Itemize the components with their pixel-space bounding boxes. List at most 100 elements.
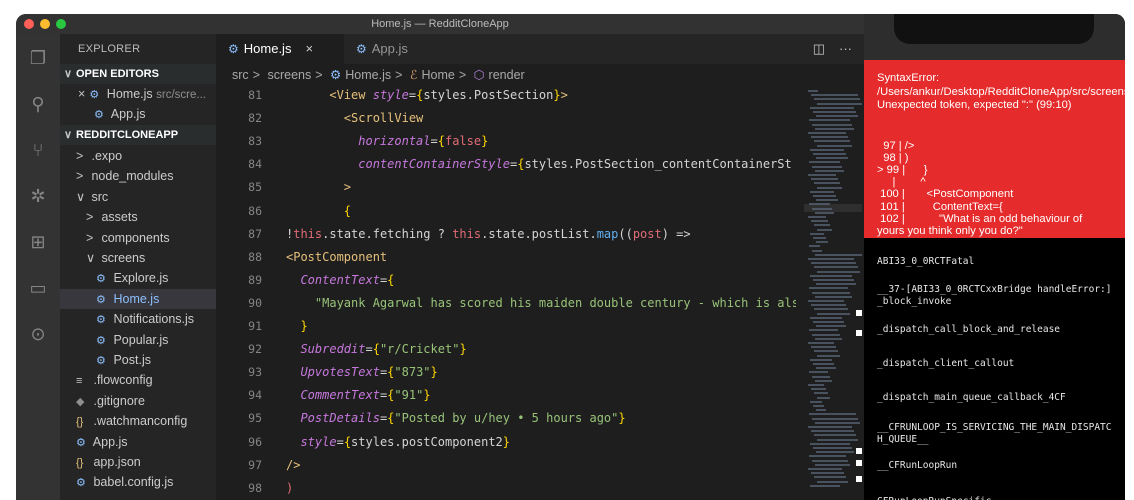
simulator-screen: SyntaxError: /Users/ankur/Desktop/Reddit… — [864, 14, 1125, 500]
explorer-header: EXPLORER — [78, 43, 141, 55]
minimap-line — [814, 434, 856, 437]
tree-item[interactable]: > assets — [60, 207, 242, 227]
tree-item[interactable]: ⚙ babel.config.js — [60, 472, 232, 492]
minimap-line — [815, 463, 850, 466]
minimap-line — [809, 287, 848, 290]
minimap-line — [817, 102, 862, 105]
tree-item[interactable]: > node_modules — [60, 166, 232, 186]
tree-item-label: app.json — [90, 455, 141, 469]
line-number: 90 — [248, 295, 262, 310]
split-editor-icon[interactable]: ◫ — [813, 41, 825, 56]
more-actions-icon[interactable]: ··· — [839, 41, 852, 56]
tree-item-label: Home.js — [110, 291, 160, 306]
minimap-line — [812, 249, 822, 252]
tree-item[interactable]: {} .watchmanconfig — [60, 411, 232, 431]
activity-bar: ❐ ⚲ ⑂ ✲ ⊞ ▭ ⊙ — [16, 34, 60, 500]
stack-frame: _dispatch_client_callout — [877, 358, 1015, 369]
line-number: 88 — [248, 249, 262, 264]
tree-item-label: src — [88, 189, 109, 204]
minimap-line — [814, 182, 840, 185]
minimap-line — [814, 392, 828, 395]
code-line: style={styles.postComponent2} — [300, 434, 510, 449]
close-window-button[interactable] — [24, 19, 34, 29]
breadcrumb-class[interactable]: Home — [421, 68, 454, 82]
minimap[interactable] — [804, 84, 862, 500]
code-line: ) — [286, 480, 294, 495]
line-number: 95 — [248, 411, 262, 426]
maximize-window-button[interactable] — [56, 19, 66, 29]
tree-item[interactable]: ∨ src — [60, 187, 232, 207]
tab-home-js[interactable]: ⚙ Home.js × — [216, 34, 344, 64]
code-line: UpvotesText={"873"} — [300, 365, 438, 380]
line-number: 91 — [248, 319, 262, 333]
code-line: /> — [286, 457, 301, 472]
tab-app-js[interactable]: ⚙ App.js — [344, 34, 446, 64]
tree-item[interactable]: {} app.json — [60, 452, 232, 472]
debug-icon[interactable]: ✲ — [28, 186, 48, 206]
code-line: contentContainerStyle={styles.PostSectio… — [358, 157, 792, 172]
open-editors-section[interactable]: ∨ OPEN EDITORS — [60, 64, 216, 84]
js-file-icon: ⚙ — [356, 42, 367, 56]
code-editor[interactable]: 81 <View style={styles.PostSection}> 82 <… — [216, 84, 796, 500]
tree-item-label: components — [98, 230, 170, 245]
chevron-right-icon: > — [86, 230, 94, 245]
stack-frame: ABI33_0_0RCTFatal — [877, 256, 975, 267]
minimap-line — [808, 258, 854, 260]
tree-item[interactable]: > components — [60, 228, 242, 248]
file-icon: ⚙ — [96, 293, 106, 306]
error-overlay[interactable]: SyntaxError: /Users/ankur/Desktop/Reddit… — [864, 60, 1125, 238]
line-number: 82 — [248, 111, 262, 126]
minimap-line — [817, 312, 850, 315]
editor-actions: ◫ ··· — [813, 34, 852, 64]
chevron-right-icon: > — [76, 149, 84, 163]
minimap-line — [815, 169, 844, 172]
project-section[interactable]: ∨ REDDITCLONEAPP — [60, 125, 216, 145]
breadcrumb-file[interactable]: Home.js — [345, 68, 391, 82]
extensions-icon[interactable]: ⊞ — [28, 232, 48, 252]
minimap-line — [816, 451, 854, 454]
minimap-line — [816, 241, 828, 244]
breadcrumb-src[interactable]: src — [232, 68, 249, 82]
line-number: 83 — [248, 134, 262, 149]
minimap-line — [808, 384, 824, 386]
tree-item[interactable]: ⚙ App.js — [60, 432, 232, 452]
stack-frame: __CFRUNLOOP_IS_SERVICING_THE_MAIN_DISPAT… — [877, 422, 1112, 445]
source-control-icon[interactable]: ⑂ — [28, 140, 48, 160]
minimap-line — [813, 321, 844, 323]
js-file-icon: ⚙ — [89, 89, 100, 101]
line-number: 92 — [248, 342, 262, 357]
folder-icon[interactable]: ▭ — [28, 278, 48, 298]
file-icon: ⚙ — [96, 314, 106, 327]
minimap-line — [811, 346, 836, 349]
minimap-line — [815, 127, 854, 130]
minimap-line — [816, 199, 838, 202]
breadcrumb-screens[interactable]: screens — [267, 68, 311, 82]
minimap-line — [816, 115, 858, 118]
minimap-line — [810, 190, 834, 193]
line-number: 84 — [248, 157, 262, 172]
window-title: Home.js — RedditCloneApp — [371, 18, 509, 30]
stack-frame: _dispatch_call_block_and_release — [877, 324, 1061, 335]
line-number: 97 — [248, 457, 262, 472]
close-tab-icon[interactable]: × — [305, 41, 313, 56]
open-editor-home[interactable]: × ⚙ Home.js src/scre... — [60, 84, 234, 104]
minimap-line — [812, 123, 852, 126]
search-icon[interactable]: ⚲ — [28, 94, 48, 114]
tree-item[interactable]: ∨ screens — [60, 248, 242, 268]
minimap-line — [813, 279, 854, 281]
files-icon[interactable]: ❐ — [28, 48, 48, 68]
tree-item[interactable]: ≡ .flowconfig — [60, 370, 232, 390]
line-number: 96 — [248, 434, 262, 449]
minimize-window-button[interactable] — [40, 19, 50, 29]
breadcrumb-method[interactable]: render — [489, 68, 525, 82]
scroll-marker — [856, 330, 862, 336]
line-number: 81 — [248, 88, 262, 102]
minimap-line — [815, 295, 852, 298]
remote-icon[interactable]: ⊙ — [28, 324, 48, 344]
tree-item[interactable]: > .expo — [60, 146, 232, 166]
minimap-line — [812, 291, 850, 294]
file-icon: {} — [76, 416, 84, 429]
tree-item[interactable]: ◆ .gitignore — [60, 391, 232, 411]
minimap-line — [810, 400, 822, 403]
close-icon[interactable]: × — [78, 87, 85, 101]
